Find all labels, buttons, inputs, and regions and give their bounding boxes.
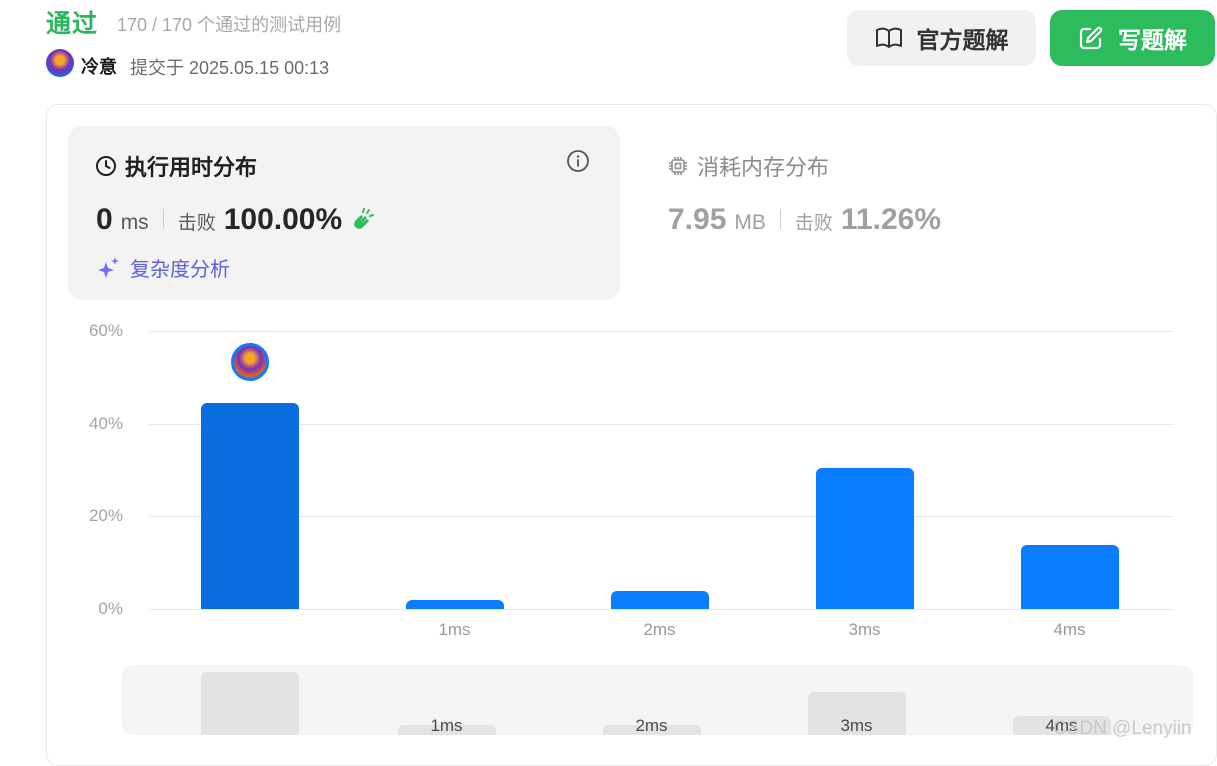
sparkle-icon bbox=[98, 256, 119, 278]
runtime-unit: ms bbox=[120, 211, 149, 234]
username[interactable]: 冷意 bbox=[81, 53, 117, 79]
runtime-title-text: 执行用时分布 bbox=[125, 155, 258, 180]
memory-title[interactable]: 消耗内存分布 bbox=[667, 150, 829, 182]
divider bbox=[162, 209, 164, 229]
x-tick-label: 4ms bbox=[1053, 620, 1086, 639]
clapping-hands-icon bbox=[354, 208, 375, 229]
avatar[interactable] bbox=[46, 49, 74, 77]
memory-beat-label: 击败 bbox=[794, 213, 833, 234]
x-tick-label: 2ms bbox=[643, 620, 676, 639]
memory-beat-percent: 11.26% bbox=[840, 203, 941, 236]
watermark: CSDN @Lenyiin bbox=[1053, 718, 1192, 739]
chart-bar[interactable] bbox=[815, 468, 914, 609]
runtime-beat-percent: 100.00% bbox=[223, 203, 343, 236]
chart-bar[interactable] bbox=[1020, 545, 1119, 609]
overview-tick-label: 1ms bbox=[430, 716, 463, 735]
write-solution-label: 写题解 bbox=[1118, 27, 1187, 53]
official-solution-label: 官方题解 bbox=[916, 27, 1009, 53]
official-solution-button[interactable]: 官方题解 bbox=[847, 10, 1036, 66]
y-tick-label: 60% bbox=[88, 321, 123, 340]
status-label: 通过 bbox=[46, 10, 99, 38]
memory-value: 7.95 bbox=[668, 203, 727, 236]
overview-bar bbox=[200, 672, 299, 735]
book-open-icon bbox=[875, 27, 902, 48]
user-position-avatar bbox=[230, 342, 269, 381]
memory-unit: MB bbox=[734, 211, 766, 234]
x-tick-label: 1ms bbox=[438, 620, 471, 639]
gridline bbox=[149, 331, 1174, 332]
complexity-analysis-link[interactable]: 复杂度分析 bbox=[96, 253, 230, 282]
submission-time: 提交于 2025.05.15 00:13 bbox=[130, 58, 330, 78]
runtime-value: 0 bbox=[96, 203, 113, 236]
overview-tick-label: 3ms bbox=[840, 716, 873, 735]
gridline bbox=[149, 423, 1174, 425]
gridline bbox=[149, 609, 1174, 610]
y-tick-label: 0% bbox=[98, 599, 123, 618]
info-icon[interactable] bbox=[566, 149, 590, 178]
write-solution-button[interactable]: 写题解 bbox=[1050, 10, 1215, 66]
memory-metric: 7.95 MB 击败 11.26% bbox=[668, 203, 941, 237]
runtime-metric: 0 ms 击败 100.00% bbox=[96, 203, 376, 237]
y-tick-label: 20% bbox=[88, 506, 123, 526]
edit-icon bbox=[1079, 26, 1103, 50]
complexity-analysis-label: 复杂度分析 bbox=[130, 259, 230, 281]
divider bbox=[779, 209, 781, 229]
x-tick-label: 3ms bbox=[848, 620, 881, 639]
overview-tick-label: 2ms bbox=[635, 716, 668, 735]
y-tick-label: 40% bbox=[88, 413, 123, 433]
chart-bar[interactable] bbox=[610, 591, 709, 609]
runtime-title: 执行用时分布 bbox=[95, 150, 257, 182]
chart-bar[interactable] bbox=[200, 402, 299, 609]
chart-bar[interactable] bbox=[405, 599, 504, 609]
gridline bbox=[149, 516, 1174, 518]
chip-icon bbox=[669, 157, 687, 175]
testcase-count: 170 / 170 个通过的测试用例 bbox=[117, 15, 342, 35]
memory-title-text: 消耗内存分布 bbox=[697, 155, 830, 180]
clock-icon bbox=[96, 156, 116, 176]
runtime-beat-label: 击败 bbox=[177, 213, 216, 234]
